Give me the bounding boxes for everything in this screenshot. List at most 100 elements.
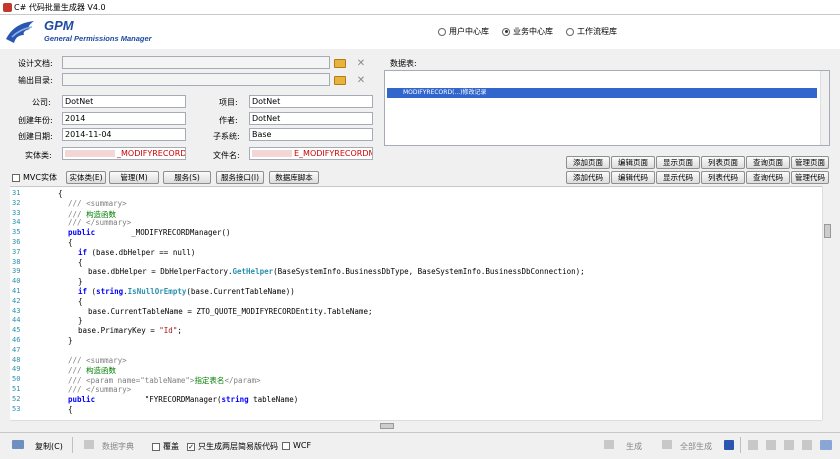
tool-icon[interactable] <box>748 440 758 450</box>
code-token: /// <param name="tableName"> <box>68 376 195 386</box>
code-token: "FYRECORDManager( <box>99 394 222 404</box>
tool-icon[interactable] <box>766 440 776 450</box>
scroll-thumb[interactable] <box>824 224 831 238</box>
wcf-checkbox[interactable]: WCF <box>282 441 311 450</box>
entity-value: _MODIFYRECORDManag <box>117 149 186 158</box>
code-token: 构造函数 <box>86 366 117 376</box>
code-button-5[interactable]: 查询代码 <box>746 171 790 184</box>
output-dir-input[interactable] <box>62 73 330 86</box>
line-number: 33 <box>12 208 21 217</box>
subsystem-label: 子系统: <box>213 132 240 141</box>
page-button-5[interactable]: 查询页面 <box>746 156 790 169</box>
code-token: public <box>68 228 100 238</box>
code-editor[interactable]: 31 {32 /// <summary> 33 /// 构造函数 34 /// </summ… <box>10 186 823 420</box>
code-token: 构造函数 <box>86 209 117 219</box>
filename-value: E_MODIFYRECORDManag <box>294 149 372 158</box>
line-number: 36 <box>12 238 21 246</box>
code-button-1[interactable]: 添加代码 <box>566 171 610 184</box>
code-token: } <box>78 316 83 326</box>
tool-icon[interactable] <box>784 440 794 450</box>
browse-design-doc-button[interactable] <box>332 56 348 70</box>
line-number: 37 <box>12 247 21 256</box>
browse-output-dir-button[interactable] <box>332 73 348 87</box>
page-button-1[interactable]: 添加页面 <box>566 156 610 169</box>
mvc-checkbox[interactable]: MVC实体 <box>12 172 57 183</box>
project-label: 项目: <box>219 98 238 107</box>
brand-name: GPM <box>44 18 74 33</box>
code-line: { <box>58 189 63 198</box>
app-icon <box>3 3 12 12</box>
code-line: { <box>78 258 83 267</box>
line-number: 51 <box>12 385 21 393</box>
tab-1[interactable]: 实体类(E) <box>66 171 106 184</box>
code-token: /// <summary> <box>68 355 127 365</box>
code-line: /// <summary> <box>68 356 127 365</box>
close-icon: ✕ <box>356 57 366 69</box>
page-button-3[interactable]: 显示页面 <box>656 156 700 169</box>
datatable-scrollbar[interactable] <box>820 71 829 145</box>
code-button-3[interactable]: 显示代码 <box>656 171 700 184</box>
code-button-2[interactable]: 编辑代码 <box>611 171 655 184</box>
settings-icon[interactable] <box>820 440 832 450</box>
code-line: } <box>68 336 73 345</box>
code-token: base.PrimaryKey = <box>78 326 160 336</box>
code-horizontal-scrollbar[interactable] <box>10 420 822 430</box>
code-token: GetHelper <box>232 267 274 277</box>
code-line: /// <summary> <box>68 199 127 208</box>
code-token: _MODIFYRECORDManager() <box>99 228 231 238</box>
line-number: 53 <box>12 404 21 413</box>
page-button-4[interactable]: 列表页面 <box>701 156 745 169</box>
title-bar: C# 代码批量生成器 V4.0 <box>0 0 840 15</box>
clear-output-dir-button[interactable]: ✕ <box>353 73 369 87</box>
copy-button[interactable]: 复制(C) <box>35 441 63 452</box>
code-button-6[interactable]: 管理代码 <box>791 171 829 184</box>
tab-2[interactable]: 管理(M) <box>109 171 159 184</box>
generate-button[interactable]: 生成 <box>626 441 642 452</box>
author-input[interactable]: DotNet <box>249 112 373 125</box>
subsystem-input[interactable]: Base <box>249 128 373 141</box>
line-number: 46 <box>12 336 21 344</box>
page-button-6[interactable]: 管理页面 <box>791 156 829 169</box>
code-line: if (string.IsNullOrEmpty(base.CurrentTab… <box>78 287 295 296</box>
date-input[interactable]: 2014-11-04 <box>62 128 186 141</box>
year-input[interactable]: 2014 <box>62 112 186 125</box>
design-doc-label: 设计文档: <box>18 59 53 68</box>
code-token: base.dbHelper = DbHelperFactory. <box>88 267 233 277</box>
code-vertical-scrollbar[interactable] <box>822 186 832 420</box>
tab-4[interactable]: 服务接口(I) <box>216 171 264 184</box>
datatable-row-selected[interactable]: MODIFYRECORD(...)修改记录 <box>387 88 817 98</box>
tab-5[interactable]: 数据库脚本 <box>269 171 319 184</box>
code-line: base.CurrentTableName = ZTO_QUOTE_MODIFY… <box>88 307 372 316</box>
line-number: 52 <box>12 394 21 403</box>
tool-icon[interactable] <box>802 440 812 450</box>
scroll-thumb[interactable] <box>380 423 394 429</box>
radio-dot-selected <box>502 27 510 36</box>
tab-3[interactable]: 服务(S) <box>163 171 211 184</box>
company-input[interactable]: DotNet <box>62 95 186 108</box>
radio-dot <box>438 27 446 36</box>
radio-workflow[interactable]: 工作流程库 <box>566 26 617 37</box>
entity-input[interactable]: _MODIFYRECORDManag <box>62 147 186 160</box>
datatable-list[interactable]: MODIFYRECORD(...)修改记录 <box>384 70 830 146</box>
folder-icon <box>334 58 346 68</box>
page-button-2[interactable]: 编辑页面 <box>611 156 655 169</box>
code-line: { <box>78 297 83 306</box>
code-button-4[interactable]: 列表代码 <box>701 171 745 184</box>
radio-user-center[interactable]: 用户中心库 <box>438 26 489 37</box>
simple-code-checkbox[interactable]: ✓ 只生成两层简易版代码 <box>187 441 278 452</box>
clear-design-doc-button[interactable]: ✕ <box>353 56 369 70</box>
radio-business-center[interactable]: 业务中心库 <box>502 26 553 37</box>
filename-input[interactable]: E_MODIFYRECORDManag <box>249 147 373 160</box>
copy-icon <box>12 440 24 449</box>
line-number: 42 <box>12 296 21 305</box>
code-token: if <box>78 247 92 257</box>
design-doc-input[interactable] <box>62 56 330 69</box>
line-number: 41 <box>12 287 21 295</box>
code-token: (base.dbHelper == null) <box>91 247 196 257</box>
overwrite-checkbox[interactable]: 覆盖 <box>152 441 179 452</box>
filename-label: 文件名: <box>213 151 240 160</box>
generate-all-button[interactable]: 全部生成 <box>680 441 712 452</box>
project-input[interactable]: DotNet <box>249 95 373 108</box>
save-icon[interactable] <box>724 440 734 450</box>
data-dict-button[interactable]: 数据字典 <box>102 441 134 452</box>
